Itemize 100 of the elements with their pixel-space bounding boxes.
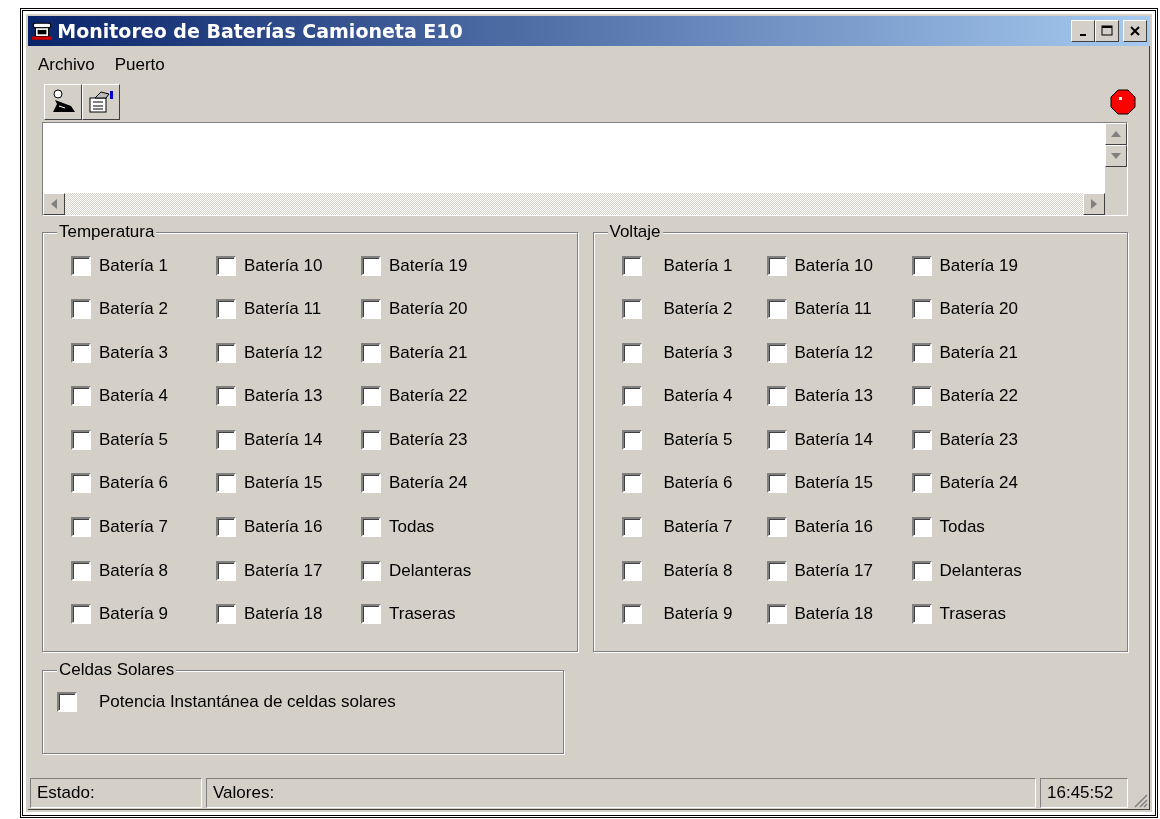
checkbox[interactable] [766,429,787,450]
checkbox[interactable] [216,604,236,625]
checkbox[interactable] [216,342,236,363]
checkbox[interactable] [216,386,236,407]
checkbox-label: Batería 16 [794,516,873,539]
checkbox[interactable] [621,473,642,494]
checkbox-label: Batería 5 [99,428,168,451]
right-arrow-icon [1091,198,1097,209]
checkbox-label: Batería 12 [244,341,323,364]
checkbox-label: Batería 24 [939,472,1018,495]
checkbox-label: Batería 7 [99,516,168,539]
checkbox-label: Batería 23 [939,428,1018,451]
checkbox-label: Batería 20 [389,298,468,321]
checkbox[interactable] [621,429,642,450]
checkbox-label: Delanteras [389,559,472,582]
checkbox[interactable] [621,560,642,581]
checkbox-label: Batería 10 [794,254,873,277]
checkbox-label: Batería 2 [99,298,168,321]
checkbox-label: Batería 18 [794,603,873,626]
checkbox[interactable] [361,517,381,538]
checkbox[interactable] [766,342,787,363]
checkbox[interactable] [361,604,381,625]
checkbox[interactable] [361,429,381,450]
horizontal-scrollbar[interactable] [43,192,1105,215]
checkbox[interactable] [361,386,381,407]
checkbox[interactable] [361,299,381,320]
checkbox-label: Batería 15 [794,472,873,495]
checkbox[interactable] [216,429,236,450]
checkbox[interactable] [911,604,932,625]
scroll-up-button[interactable] [1105,122,1127,145]
checkbox-label: Batería 15 [244,472,323,495]
status-panel: 16:45:52 [1040,778,1128,808]
checkbox[interactable] [57,691,77,712]
checkbox[interactable] [911,255,932,276]
checkbox[interactable] [216,299,236,320]
checkbox[interactable] [621,517,642,538]
checkbox-label: Batería 14 [794,428,873,451]
checkbox-label: Todas [389,516,435,539]
checkbox[interactable] [71,299,91,320]
checkbox[interactable] [911,473,932,494]
status-panel: Valores: [206,778,1036,808]
checkbox[interactable] [911,560,932,581]
close-button[interactable] [1123,20,1147,42]
checkbox[interactable] [621,604,642,625]
checkbox-label: Batería 12 [794,341,873,364]
status-panel: Estado: [30,778,202,808]
checkbox-label: Batería 21 [939,341,1018,364]
checkbox[interactable] [621,299,642,320]
checkbox-label: Batería 22 [389,385,468,408]
checkbox[interactable] [621,255,642,276]
checkbox[interactable] [71,604,91,625]
checkbox[interactable] [766,560,787,581]
checkbox[interactable] [621,386,642,407]
checkbox[interactable] [71,386,91,407]
scroll-right-button[interactable] [1083,192,1105,215]
toolbar-button[interactable] [44,83,82,120]
checkbox[interactable] [361,473,381,494]
minimize-button[interactable] [1070,20,1095,42]
toolbar-button[interactable] [82,83,120,120]
checkbox-label: Batería 20 [939,298,1018,321]
log-field[interactable] [43,122,1105,193]
checkbox-label: Batería 22 [939,385,1018,408]
checkbox[interactable] [911,342,932,363]
checkbox-label: Batería 9 [663,603,733,626]
checkbox[interactable] [766,299,787,320]
scroll-down-button[interactable] [1105,144,1127,167]
checkbox-label: Batería 13 [244,385,323,408]
menu-item[interactable]: Puerto [114,52,165,78]
scroll-left-button[interactable] [43,192,65,215]
checkbox[interactable] [766,517,787,538]
checkbox-label: Batería 10 [244,254,323,277]
checkbox[interactable] [766,604,787,625]
checkbox[interactable] [71,429,91,450]
checkbox[interactable] [766,386,787,407]
checkbox[interactable] [216,517,236,538]
checkbox[interactable] [621,342,642,363]
menu-item[interactable]: Archivo [38,52,95,78]
maximize-button[interactable] [1094,20,1119,42]
checkbox[interactable] [911,429,932,450]
checkbox[interactable] [911,299,932,320]
checkbox[interactable] [216,255,236,276]
checkbox[interactable] [911,386,932,407]
checkbox[interactable] [361,342,381,363]
checkbox[interactable] [71,255,91,276]
checkbox[interactable] [71,473,91,494]
checkbox-label: Batería 7 [663,516,733,539]
checkbox[interactable] [216,473,236,494]
checkbox[interactable] [71,342,91,363]
checkbox-label: Potencia Instantánea de celdas solares [99,690,396,713]
checkbox-label: Batería 18 [244,603,323,626]
checkbox[interactable] [766,473,787,494]
checkbox-label: Batería 6 [99,472,168,495]
checkbox[interactable] [71,517,91,538]
checkbox[interactable] [911,517,932,538]
checkbox-label: Batería 17 [244,559,323,582]
checkbox[interactable] [766,255,787,276]
checkbox[interactable] [71,560,91,581]
checkbox[interactable] [216,560,236,581]
checkbox[interactable] [361,255,381,276]
checkbox[interactable] [361,560,381,581]
